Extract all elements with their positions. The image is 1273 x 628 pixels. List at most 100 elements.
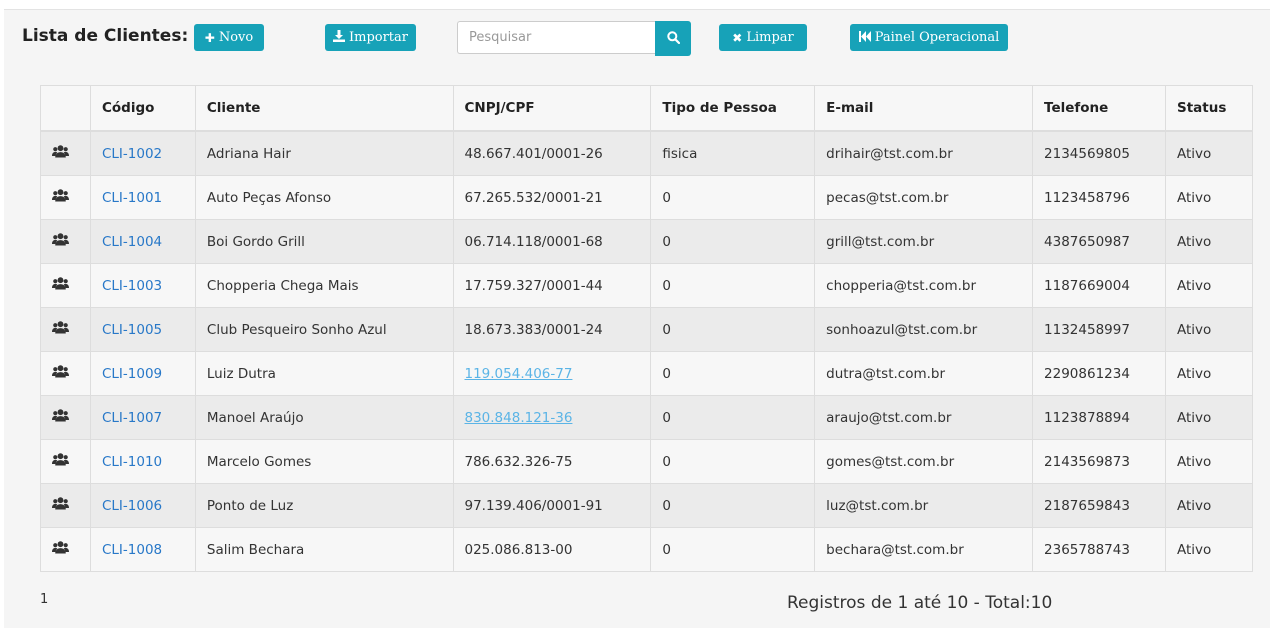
client-code-link[interactable]: CLI-1007 bbox=[102, 410, 162, 426]
row-icon-cell[interactable] bbox=[40, 483, 91, 528]
table-row[interactable]: CLI-1001 Auto Peças Afonso 67.265.532/0001… bbox=[40, 175, 1254, 220]
client-type-cell: 0 bbox=[650, 439, 816, 484]
search-input[interactable] bbox=[457, 21, 655, 54]
client-doc-cell: 786.632.326-75 bbox=[452, 439, 652, 484]
table-row[interactable]: CLI-1003 Chopperia Chega Mais 17.759.327/0… bbox=[40, 263, 1254, 308]
table-row[interactable]: CLI-1010 Marcelo Gomes 786.632.326-75 0 gome… bbox=[40, 439, 1254, 484]
client-email-cell: dutra@tst.com.br bbox=[814, 351, 1034, 396]
table-row[interactable]: CLI-1002 Adriana Hair 48.667.401/0001-26 fi… bbox=[40, 130, 1254, 176]
client-code-cell[interactable]: CLI-1010 bbox=[89, 439, 196, 484]
client-name-cell: Manoel Araújo bbox=[194, 395, 454, 440]
client-phone-cell: 1123458796 bbox=[1032, 175, 1166, 220]
client-doc-link[interactable]: 119.054.406-77 bbox=[465, 366, 573, 382]
client-name-cell: Adriana Hair bbox=[194, 130, 454, 176]
client-code-link[interactable]: CLI-1005 bbox=[102, 322, 162, 338]
row-icon-cell[interactable] bbox=[40, 307, 91, 352]
client-code-cell[interactable]: CLI-1006 bbox=[89, 483, 196, 528]
column-header-tipo-pessoa[interactable]: Tipo de Pessoa bbox=[650, 85, 816, 132]
client-phone-cell: 1123878894 bbox=[1032, 395, 1166, 440]
client-email-cell: pecas@tst.com.br bbox=[814, 175, 1034, 220]
client-name-cell: Luiz Dutra bbox=[194, 351, 454, 396]
client-doc-text: 18.673.383/0001-24 bbox=[464, 321, 603, 338]
row-icon-cell[interactable] bbox=[40, 351, 91, 396]
client-code-link[interactable]: CLI-1002 bbox=[102, 146, 162, 162]
table-row[interactable]: CLI-1004 Boi Gordo Grill 06.714.118/0001-6… bbox=[40, 219, 1254, 264]
importar-button-label: Importar bbox=[348, 30, 408, 45]
client-code-cell[interactable]: CLI-1005 bbox=[89, 307, 196, 352]
client-phone-cell: 1187669004 bbox=[1032, 263, 1166, 308]
limpar-button-label: Limpar bbox=[746, 30, 794, 45]
client-doc-link[interactable]: 830.848.121-36 bbox=[465, 410, 573, 426]
column-header-status[interactable]: Status bbox=[1164, 85, 1254, 132]
row-icon-cell[interactable] bbox=[40, 219, 91, 264]
client-code-cell[interactable]: CLI-1008 bbox=[89, 527, 196, 572]
client-phone-cell: 4387650987 bbox=[1032, 219, 1166, 264]
client-status-cell: Ativo bbox=[1164, 263, 1254, 308]
column-header-cnpj-cpf[interactable]: CNPJ/CPF bbox=[452, 85, 652, 132]
limpar-button[interactable]: ✖ Limpar bbox=[719, 24, 807, 51]
row-icon-cell[interactable] bbox=[40, 439, 91, 484]
client-name-cell: Chopperia Chega Mais bbox=[194, 263, 454, 308]
client-email-cell: sonhoazul@tst.com.br bbox=[814, 307, 1034, 352]
row-icon-cell[interactable] bbox=[40, 395, 91, 440]
client-code-link[interactable]: CLI-1003 bbox=[102, 278, 162, 294]
plus-icon: ✚ bbox=[204, 30, 215, 45]
client-code-cell[interactable]: CLI-1001 bbox=[89, 175, 196, 220]
column-header-codigo[interactable]: Código bbox=[89, 85, 196, 132]
client-name-cell: Boi Gordo Grill bbox=[194, 219, 454, 264]
client-phone-cell: 2365788743 bbox=[1032, 527, 1166, 572]
client-code-link[interactable]: CLI-1008 bbox=[102, 542, 162, 558]
client-code-link[interactable]: CLI-1006 bbox=[102, 498, 162, 514]
client-code-cell[interactable]: CLI-1004 bbox=[89, 219, 196, 264]
client-code-cell[interactable]: CLI-1007 bbox=[89, 395, 196, 440]
client-doc-cell: 025.086.813-00 bbox=[452, 527, 652, 572]
search-icon bbox=[666, 29, 680, 48]
row-icon-cell[interactable] bbox=[40, 263, 91, 308]
client-code-cell[interactable]: CLI-1003 bbox=[89, 263, 196, 308]
table-row[interactable]: CLI-1009 Luiz Dutra 119.054.406-77 0 dutra@t… bbox=[40, 351, 1254, 396]
client-type-cell: 0 bbox=[650, 351, 816, 396]
records-summary: Registros de 1 até 10 - Total:10 bbox=[787, 593, 1053, 613]
client-status-cell: Ativo bbox=[1164, 395, 1254, 440]
client-type-cell: fisica bbox=[650, 130, 816, 176]
client-phone-cell: 1132458997 bbox=[1032, 307, 1166, 352]
client-doc-text: 97.139.406/0001-91 bbox=[464, 497, 603, 514]
table-row[interactable]: CLI-1006 Ponto de Luz 97.139.406/0001-91 0 l… bbox=[40, 483, 1254, 528]
client-status-cell: Ativo bbox=[1164, 130, 1254, 176]
users-icon bbox=[52, 145, 69, 162]
client-phone-cell: 2290861234 bbox=[1032, 351, 1166, 396]
column-header-email[interactable]: E-mail bbox=[814, 85, 1034, 132]
client-doc-cell: 830.848.121-36 bbox=[452, 395, 652, 440]
novo-button[interactable]: ✚ Novo bbox=[194, 24, 264, 51]
table-row[interactable]: CLI-1007 Manoel Araújo 830.848.121-36 0 arau… bbox=[40, 395, 1254, 440]
search-button[interactable] bbox=[655, 21, 691, 56]
column-header-telefone[interactable]: Telefone bbox=[1032, 85, 1166, 132]
client-name-cell: Salim Bechara bbox=[194, 527, 454, 572]
client-phone-cell: 2134569805 bbox=[1032, 130, 1166, 176]
client-type-cell: 0 bbox=[650, 483, 816, 528]
client-status-cell: Ativo bbox=[1164, 219, 1254, 264]
client-code-cell[interactable]: CLI-1009 bbox=[89, 351, 196, 396]
client-code-link[interactable]: CLI-1004 bbox=[102, 234, 162, 250]
table-row[interactable]: CLI-1008 Salim Bechara 025.086.813-00 0 bech… bbox=[40, 527, 1254, 572]
importar-button[interactable]: Importar bbox=[325, 24, 416, 51]
client-phone-cell: 2143569873 bbox=[1032, 439, 1166, 484]
client-status-cell: Ativo bbox=[1164, 439, 1254, 484]
client-code-link[interactable]: CLI-1001 bbox=[102, 190, 162, 206]
client-code-link[interactable]: CLI-1009 bbox=[102, 366, 162, 382]
client-email-cell: araujo@tst.com.br bbox=[814, 395, 1034, 440]
users-icon bbox=[52, 277, 69, 294]
client-doc-text: 025.086.813-00 bbox=[464, 541, 573, 558]
client-code-link[interactable]: CLI-1010 bbox=[102, 454, 162, 470]
client-doc-cell: 48.667.401/0001-26 bbox=[452, 130, 652, 176]
users-icon bbox=[52, 497, 69, 514]
clients-table: Código Cliente CNPJ/CPF Tipo de Pessoa E… bbox=[40, 85, 1254, 572]
pagination-page-1[interactable]: 1 bbox=[40, 592, 48, 607]
column-header-cliente[interactable]: Cliente bbox=[194, 85, 454, 132]
row-icon-cell[interactable] bbox=[40, 527, 91, 572]
row-icon-cell[interactable] bbox=[40, 130, 91, 176]
table-row[interactable]: CLI-1005 Club Pesqueiro Sonho Azul 18.673.… bbox=[40, 307, 1254, 352]
client-code-cell[interactable]: CLI-1002 bbox=[89, 130, 196, 176]
row-icon-cell[interactable] bbox=[40, 175, 91, 220]
painel-operacional-button[interactable]: Painel Operacional bbox=[850, 24, 1008, 51]
